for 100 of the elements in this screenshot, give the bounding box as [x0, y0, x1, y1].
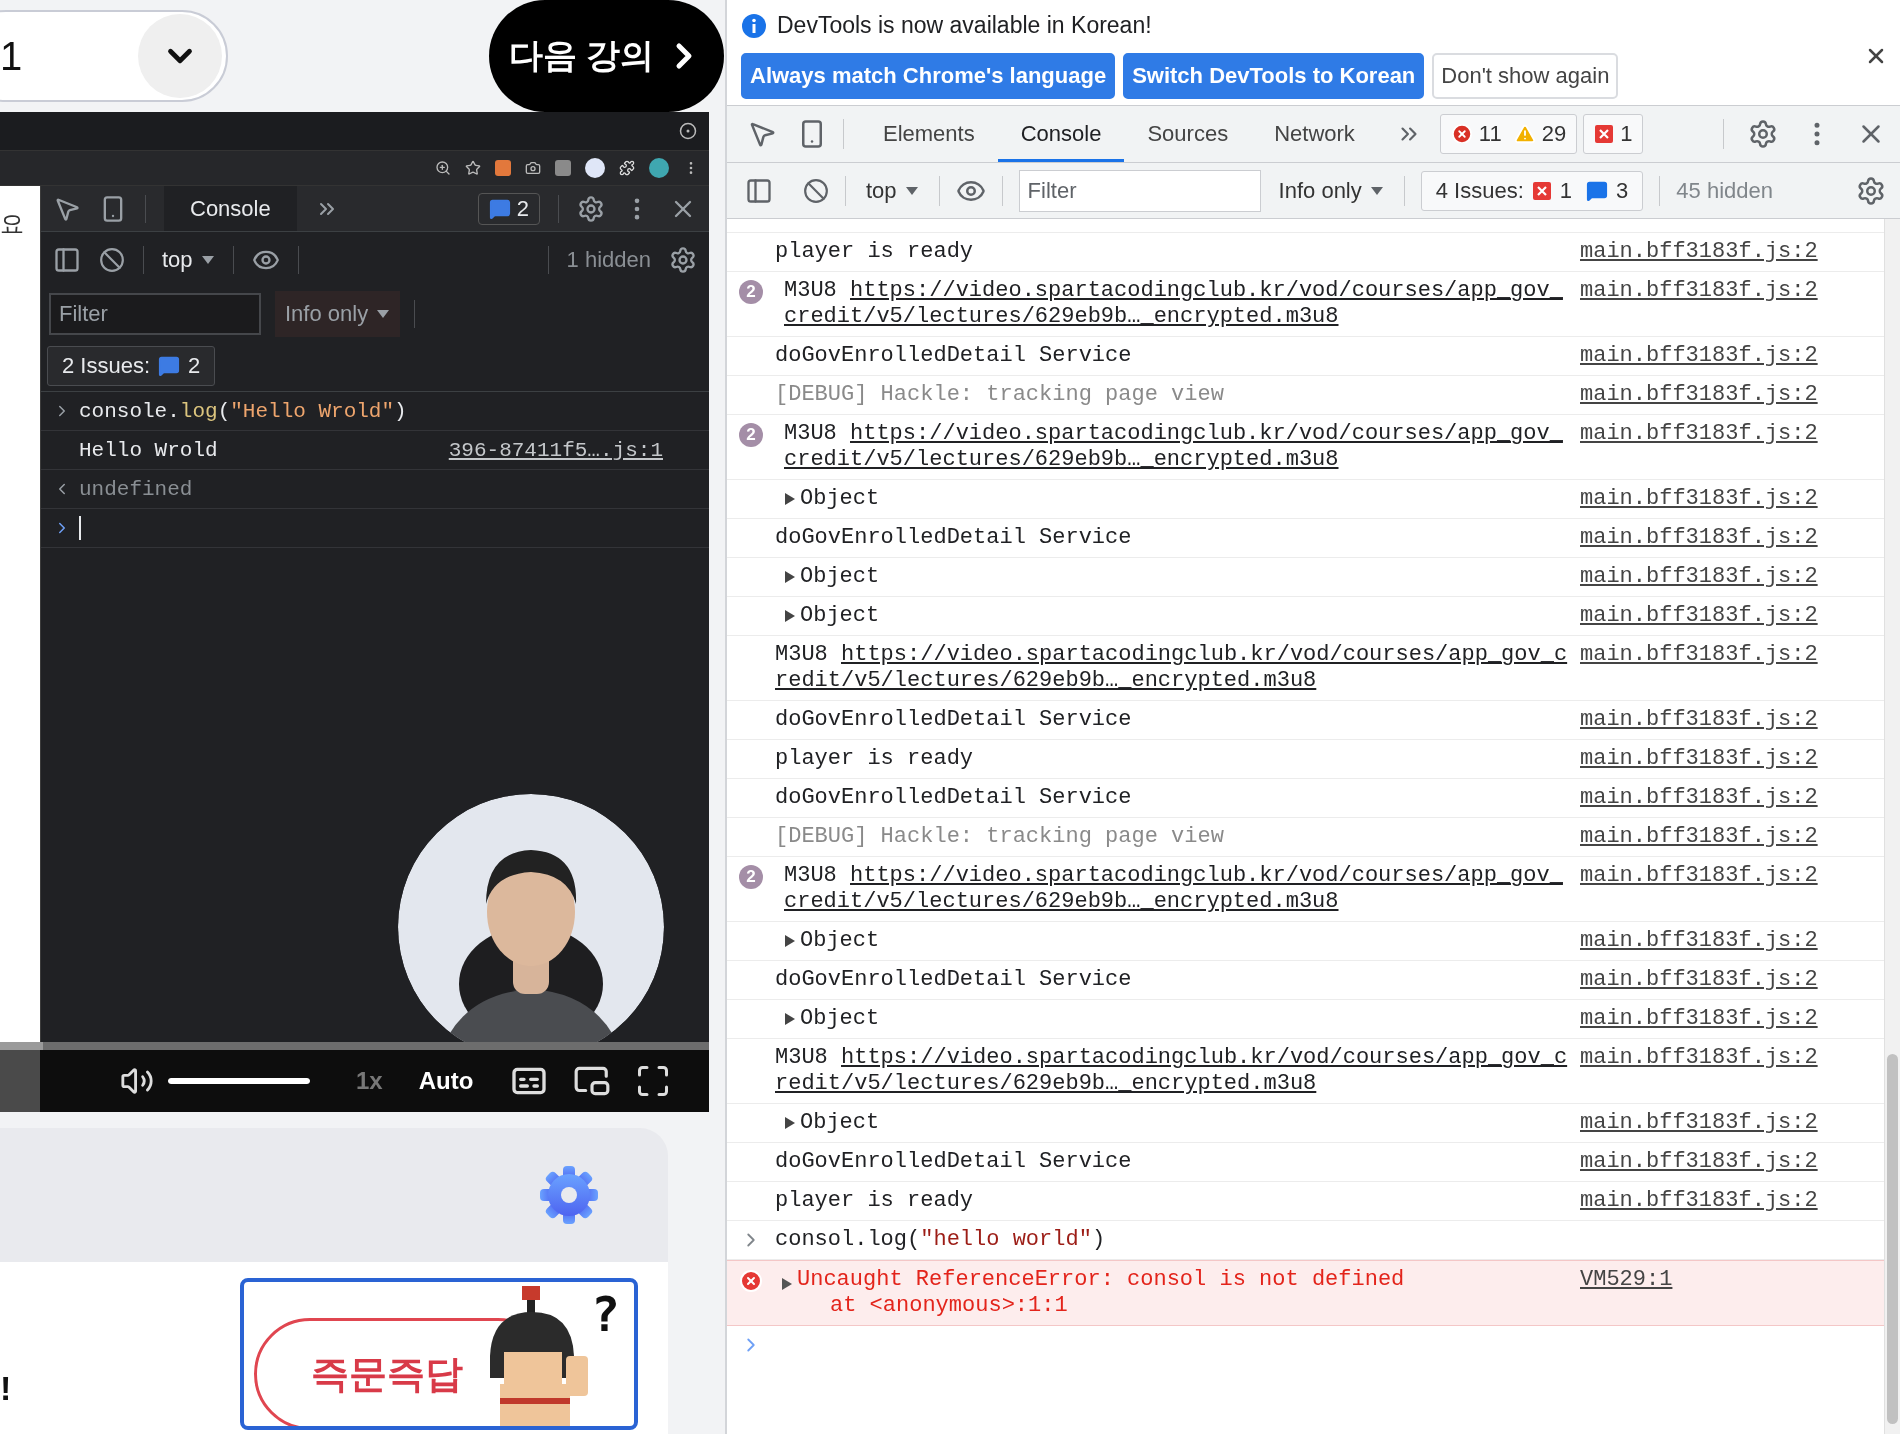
- avatar[interactable]: [649, 158, 669, 178]
- error-icon: [739, 1269, 763, 1293]
- object-label[interactable]: Object: [800, 1006, 880, 1032]
- source-link[interactable]: main.bff3183f.js:2: [1580, 967, 1818, 993]
- expand-arrow-icon[interactable]: [781, 1277, 793, 1291]
- star-icon[interactable]: [465, 160, 481, 176]
- source-link[interactable]: main.bff3183f.js:2: [1580, 343, 1818, 369]
- issues-button[interactable]: 2 Issues: 2: [47, 345, 216, 386]
- chevron-down-icon[interactable]: [138, 14, 222, 98]
- source-link[interactable]: main.bff3183f.js:2: [1580, 1006, 1818, 1032]
- panel-tab[interactable]: Sources: [1124, 106, 1252, 162]
- log-message: doGovEnrolledDetail Service: [775, 967, 1132, 992]
- quality-button[interactable]: Auto: [418, 1067, 474, 1095]
- debug-message: [DEBUG] Hackle: tracking page view: [775, 824, 1224, 849]
- source-link[interactable]: main.bff3183f.js:2: [1580, 785, 1818, 811]
- levels-select[interactable]: Info only: [275, 291, 401, 337]
- ban-icon[interactable]: [803, 177, 829, 204]
- source-link[interactable]: main.bff3183f.js:2: [1580, 1149, 1818, 1175]
- message-count-button[interactable]: 2: [477, 192, 540, 225]
- issues-button[interactable]: 4 Issues: 1 3: [1420, 170, 1644, 211]
- source-link[interactable]: main.bff3183f.js:2: [1580, 1045, 1818, 1071]
- object-label[interactable]: Object: [800, 486, 880, 512]
- error-message: Uncaught ReferenceError: consol is not defined: [797, 1267, 1405, 1293]
- source-link[interactable]: VM529:1: [1580, 1267, 1673, 1293]
- quiz-banner[interactable]: 즉문즉답 ?: [240, 1278, 638, 1430]
- error-icon: [1594, 124, 1615, 144]
- source-link[interactable]: main.bff3183f.js:2: [1580, 421, 1818, 447]
- lesson-select[interactable]: 1: [0, 10, 228, 102]
- repeat-count: 2: [739, 865, 763, 889]
- filter-field[interactable]: Filter: [49, 293, 261, 335]
- log-message: M3U8 https://video.spartacodingclub.kr/vod/courses/app_gov_credit/v5/lectures/629eb9b…_encrypted.m3u8: [784, 421, 1563, 472]
- text-cursor: [79, 516, 81, 540]
- ban-icon[interactable]: [99, 247, 125, 273]
- object-label[interactable]: Object: [800, 564, 880, 590]
- zoom-icon[interactable]: [435, 160, 451, 176]
- source-link[interactable]: main.bff3183f.js:2: [1580, 525, 1818, 551]
- next-lesson-button[interactable]: 다음 강의: [489, 0, 724, 112]
- scrollbar-thumb[interactable]: [1887, 1054, 1898, 1424]
- error-icon: [1531, 180, 1552, 201]
- log-message: doGovEnrolledDetail Service: [775, 525, 1132, 550]
- expand-arrow-icon[interactable]: [784, 609, 796, 623]
- source-link[interactable]: main.bff3183f.js:2: [1580, 278, 1818, 304]
- issues-counter[interactable]: 1: [1583, 114, 1644, 154]
- log-message: doGovEnrolledDetail Service: [775, 1149, 1132, 1174]
- puzzle-icon[interactable]: [619, 160, 635, 176]
- message-icon: [1586, 179, 1609, 202]
- record-icon: [679, 122, 697, 140]
- log-message: doGovEnrolledDetail Service: [775, 343, 1132, 368]
- log-message: M3U8 https://video.spartacodingclub.kr/vod/courses/app_gov_credit/v5/lectures/629eb9b…_encrypted.m3u8: [775, 1045, 1568, 1096]
- source-link[interactable]: main.bff3183f.js:2: [1580, 746, 1818, 772]
- expand-arrow-icon[interactable]: [784, 1116, 796, 1130]
- source-link[interactable]: main.bff3183f.js:2: [1580, 1110, 1818, 1136]
- speed-button[interactable]: 1x: [356, 1067, 383, 1095]
- log-message: player is ready: [775, 239, 974, 264]
- console-tab[interactable]: Console: [164, 186, 297, 231]
- sidebar-icon[interactable]: [745, 176, 773, 205]
- settings-icon[interactable]: [1748, 119, 1778, 149]
- levels-select[interactable]: Info only: [1274, 177, 1388, 204]
- source-link[interactable]: main.bff3183f.js:2: [1580, 928, 1818, 954]
- source-link[interactable]: main.bff3183f.js:2: [1580, 239, 1818, 265]
- expand-arrow-icon[interactable]: [784, 934, 796, 948]
- action-button[interactable]: Always match Chrome's language: [741, 53, 1116, 99]
- volume-slider[interactable]: [168, 1078, 310, 1084]
- expand-arrow-icon[interactable]: [784, 492, 796, 506]
- expand-arrow-icon[interactable]: [784, 1012, 796, 1026]
- result-value: undefined: [79, 477, 193, 501]
- log-message: player is ready: [775, 746, 974, 771]
- object-label[interactable]: Object: [800, 603, 880, 629]
- settings-icon[interactable]: [1856, 175, 1886, 206]
- context-select[interactable]: top: [862, 177, 923, 204]
- settings-icon[interactable]: [538, 1164, 600, 1226]
- source-link[interactable]: main.bff3183f.js:2: [1580, 603, 1818, 629]
- source-link[interactable]: main.bff3183f.js:2: [1580, 863, 1818, 889]
- source-link[interactable]: 396-87411f5….js:1: [448, 438, 663, 462]
- dismiss-button[interactable]: Don't show again: [1432, 53, 1619, 99]
- camera-icon[interactable]: [525, 160, 541, 176]
- source-link[interactable]: main.bff3183f.js:2: [1580, 382, 1818, 408]
- error-warning-counter[interactable]: 11 29: [1439, 114, 1578, 154]
- log-message: doGovEnrolledDetail Service: [775, 785, 1132, 810]
- debug-message: [DEBUG] Hackle: tracking page view: [775, 382, 1224, 407]
- context-select[interactable]: top: [162, 247, 215, 273]
- extension-icon[interactable]: [585, 158, 605, 178]
- object-label[interactable]: Object: [800, 928, 880, 954]
- log-message: M3U8 https://video.spartacodingclub.kr/vod/courses/app_gov_credit/v5/lectures/629eb9b…_encrypted.m3u8: [784, 863, 1563, 914]
- source-link[interactable]: main.bff3183f.js:2: [1580, 486, 1818, 512]
- code-text: console.log("Hello Wrold"): [79, 399, 407, 423]
- source-link[interactable]: main.bff3183f.js:2: [1580, 564, 1818, 590]
- panel-tab[interactable]: Network: [1251, 106, 1378, 162]
- panel-tab[interactable]: Elements: [860, 106, 998, 162]
- settings-icon[interactable]: [577, 194, 605, 223]
- source-link[interactable]: main.bff3183f.js:2: [1580, 1188, 1818, 1214]
- action-button[interactable]: Switch DevTools to Korean: [1123, 53, 1425, 99]
- object-label[interactable]: Object: [800, 1110, 880, 1136]
- source-link[interactable]: main.bff3183f.js:2: [1580, 824, 1818, 850]
- source-link[interactable]: main.bff3183f.js:2: [1580, 642, 1818, 668]
- expand-arrow-icon[interactable]: [784, 570, 796, 584]
- sidebar-icon[interactable]: [53, 246, 81, 274]
- source-link[interactable]: main.bff3183f.js:2: [1580, 707, 1818, 733]
- caret-icon: [1369, 185, 1384, 196]
- settings-icon[interactable]: [669, 246, 697, 274]
